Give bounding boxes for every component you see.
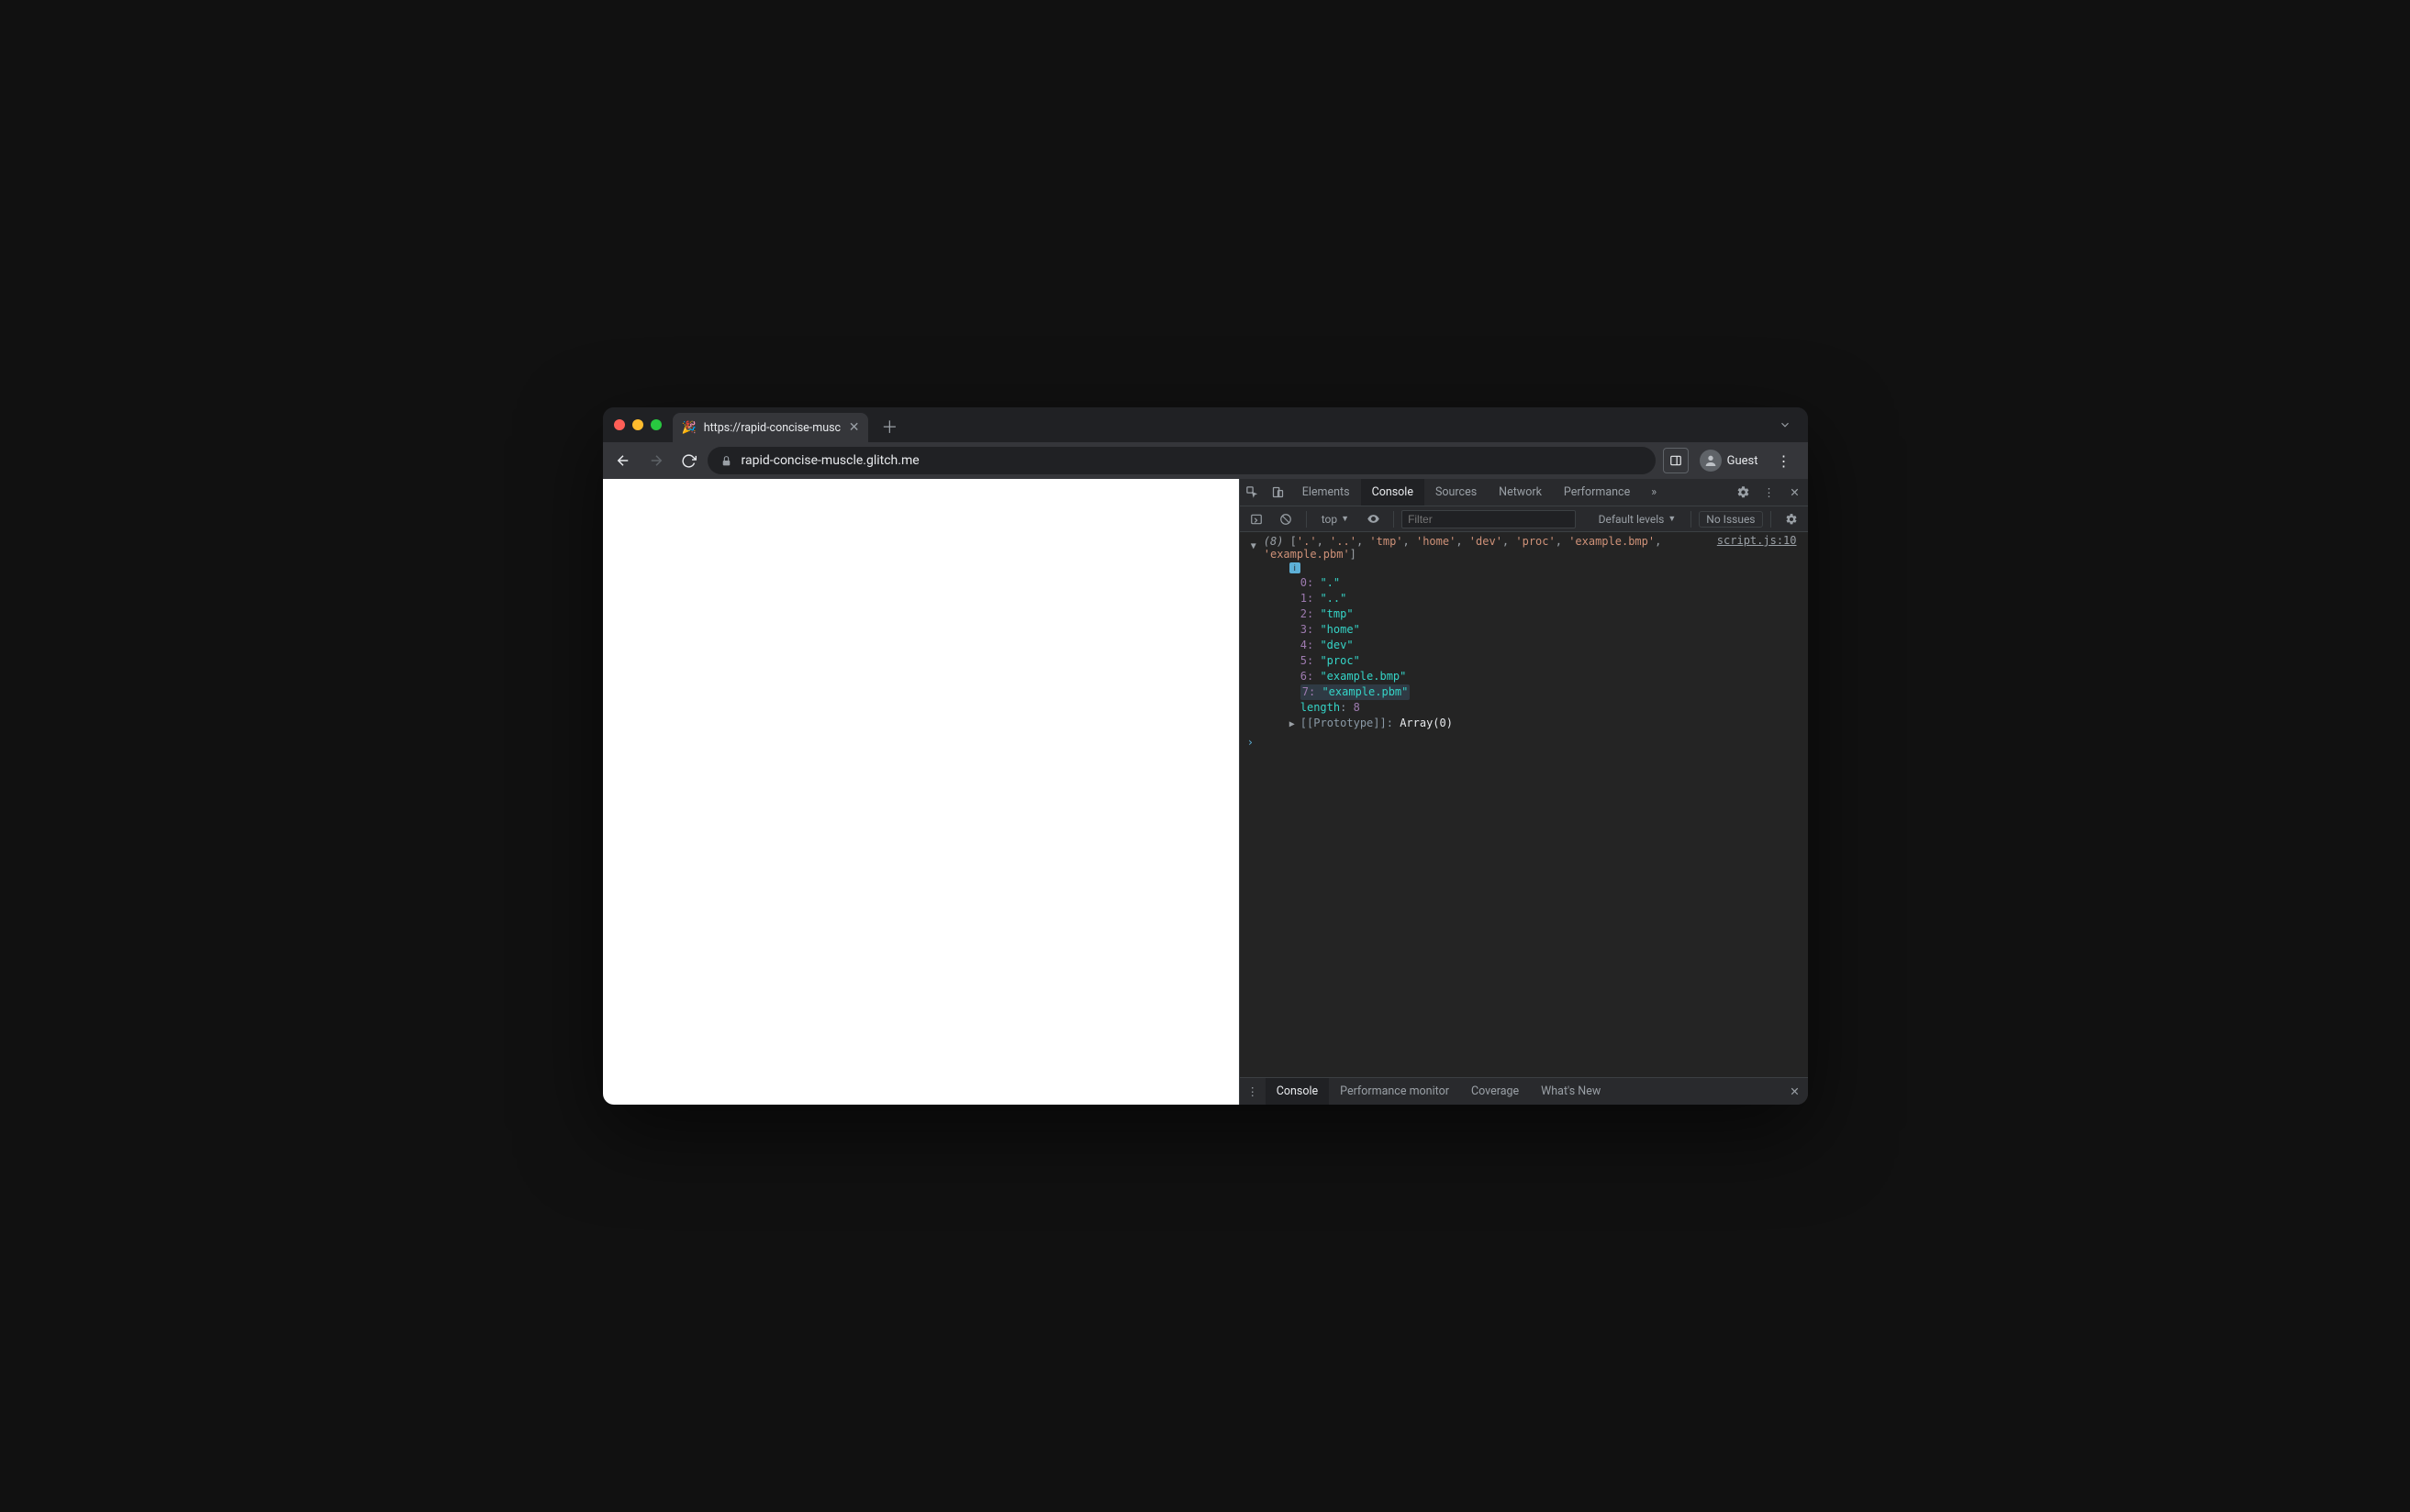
- devtools-close-button[interactable]: ✕: [1782, 479, 1808, 506]
- profile-label: Guest: [1727, 454, 1758, 468]
- collapse-arrow-icon[interactable]: ▼: [1251, 541, 1256, 551]
- console-sidebar-toggle[interactable]: [1244, 513, 1269, 526]
- device-toolbar-button[interactable]: [1266, 479, 1291, 506]
- maximize-window-button[interactable]: [651, 419, 662, 430]
- array-expanded: 0: "."1: ".."2: "tmp"3: "home"4: "dev"5:…: [1264, 575, 1802, 732]
- issues-button[interactable]: No Issues: [1699, 511, 1762, 528]
- tab-sources[interactable]: Sources: [1424, 479, 1488, 506]
- console-output[interactable]: script.js:10 ▼ (8) ['.', '..', 'tmp', 'h…: [1240, 532, 1808, 1077]
- context-label: top: [1322, 513, 1337, 526]
- drawer-close-button[interactable]: ✕: [1782, 1084, 1808, 1099]
- log-levels-selector[interactable]: Default levels ▼: [1591, 513, 1684, 526]
- forward-button[interactable]: [642, 446, 671, 475]
- window-controls: [610, 419, 667, 430]
- more-tabs-button[interactable]: »: [1641, 479, 1667, 506]
- close-window-button[interactable]: [614, 419, 625, 430]
- tab-strip: 🎉 https://rapid-concise-muscle.g ✕ ＋: [603, 407, 1808, 442]
- array-summary: (8) ['.', '..', 'tmp', 'home', 'dev', 'p…: [1264, 535, 1662, 561]
- tab-network[interactable]: Network: [1488, 479, 1553, 506]
- profile-button[interactable]: Guest: [1692, 448, 1766, 473]
- chevron-down-icon: ▼: [1668, 514, 1676, 524]
- tab-elements[interactable]: Elements: [1291, 479, 1361, 506]
- content-area: Elements Console Sources Network Perform…: [603, 479, 1808, 1105]
- devtools-menu-button[interactable]: ⋮: [1757, 479, 1782, 506]
- tab-performance[interactable]: Performance: [1553, 479, 1641, 506]
- back-button[interactable]: [608, 446, 638, 475]
- drawer-tab-whatsnew[interactable]: What's New: [1530, 1078, 1612, 1105]
- console-toolbar: top ▼ Default levels ▼ No Issues: [1240, 506, 1808, 532]
- tab-console[interactable]: Console: [1361, 479, 1424, 506]
- drawer-tab-coverage[interactable]: Coverage: [1460, 1078, 1530, 1105]
- devtools-tabs: Elements Console Sources Network Perform…: [1240, 479, 1808, 506]
- minimize-window-button[interactable]: [632, 419, 643, 430]
- clear-console-button[interactable]: [1273, 513, 1299, 526]
- side-panel-button[interactable]: [1663, 448, 1689, 473]
- devtools-drawer: ⋮ Console Performance monitor Coverage W…: [1240, 1077, 1808, 1105]
- browser-tab[interactable]: 🎉 https://rapid-concise-muscle.g ✕: [673, 413, 869, 442]
- console-settings-button[interactable]: [1779, 513, 1804, 526]
- info-icon[interactable]: i: [1289, 562, 1300, 573]
- execution-context-selector[interactable]: top ▼: [1314, 513, 1356, 526]
- drawer-menu-button[interactable]: ⋮: [1240, 1084, 1266, 1099]
- close-tab-button[interactable]: ✕: [849, 420, 860, 435]
- log-entry[interactable]: ▼ (8) ['.', '..', 'tmp', 'home', 'dev', …: [1240, 532, 1808, 734]
- tab-title: https://rapid-concise-muscle.g: [704, 421, 842, 435]
- devtools-settings-button[interactable]: [1731, 479, 1757, 506]
- url-text: rapid-concise-muscle.glitch.me: [742, 453, 920, 468]
- tab-search-button[interactable]: [1769, 418, 1801, 431]
- address-bar[interactable]: rapid-concise-muscle.glitch.me: [708, 447, 1656, 474]
- page-viewport[interactable]: [603, 479, 1239, 1105]
- lock-icon: [720, 455, 732, 467]
- browser-window: 🎉 https://rapid-concise-muscle.g ✕ ＋ rap…: [603, 407, 1808, 1105]
- console-filter-input[interactable]: [1401, 510, 1576, 528]
- drawer-tab-console[interactable]: Console: [1266, 1078, 1329, 1105]
- devtools-panel: Elements Console Sources Network Perform…: [1239, 479, 1808, 1105]
- favicon-icon: 🎉: [682, 421, 697, 435]
- toolbar-right: Guest ⋮: [1659, 448, 1802, 473]
- chevron-down-icon: ▼: [1341, 514, 1349, 524]
- browser-menu-button[interactable]: ⋮: [1769, 452, 1799, 470]
- drawer-tab-perfmon[interactable]: Performance monitor: [1329, 1078, 1460, 1105]
- reload-button[interactable]: [675, 446, 704, 475]
- levels-label: Default levels: [1599, 513, 1665, 526]
- live-expression-button[interactable]: [1360, 512, 1386, 526]
- inspect-element-button[interactable]: [1240, 479, 1266, 506]
- browser-toolbar: rapid-concise-muscle.glitch.me Guest ⋮: [603, 442, 1808, 479]
- console-prompt[interactable]: ›: [1240, 734, 1808, 750]
- new-tab-button[interactable]: ＋: [874, 415, 905, 439]
- avatar-icon: [1700, 450, 1722, 472]
